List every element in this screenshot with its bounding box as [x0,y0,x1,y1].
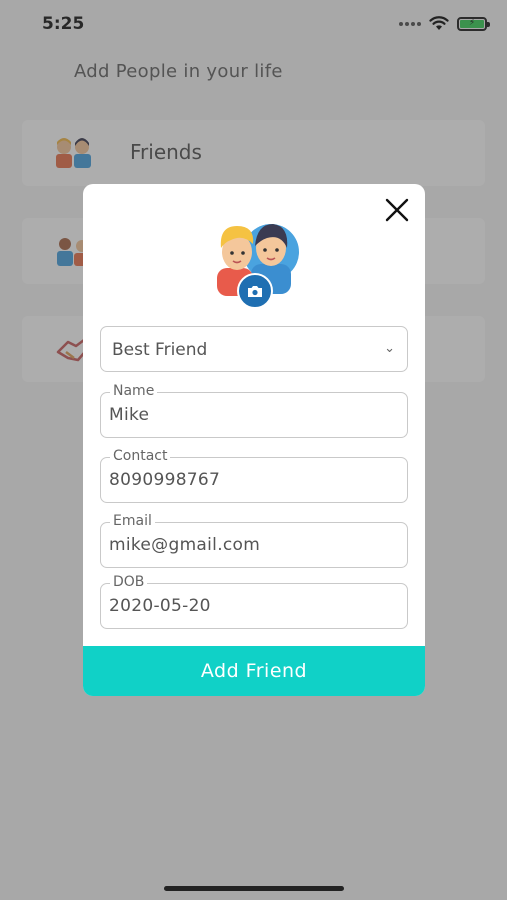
contact-label: Contact [110,448,171,464]
camera-icon [248,285,262,297]
close-icon[interactable] [383,196,411,224]
add-friend-dialog: Best Friend ⌄ Name Contact Email DOB Add… [83,184,425,696]
add-friend-button[interactable]: Add Friend [83,646,425,696]
email-input[interactable] [109,533,399,557]
dob-input[interactable] [109,594,399,618]
dob-label: DOB [110,574,148,590]
dob-field: DOB [100,574,408,629]
email-label: Email [110,513,155,529]
name-field: Name [100,383,408,438]
name-input[interactable] [109,403,399,427]
relation-select[interactable]: Best Friend ⌄ [100,326,408,372]
relation-select-value: Best Friend [112,340,208,360]
contact-input[interactable] [109,468,399,492]
chevron-down-icon: ⌄ [384,341,395,356]
name-label: Name [110,383,158,399]
camera-button[interactable] [237,273,273,309]
email-field: Email [100,513,408,568]
contact-field: Contact [100,448,408,503]
